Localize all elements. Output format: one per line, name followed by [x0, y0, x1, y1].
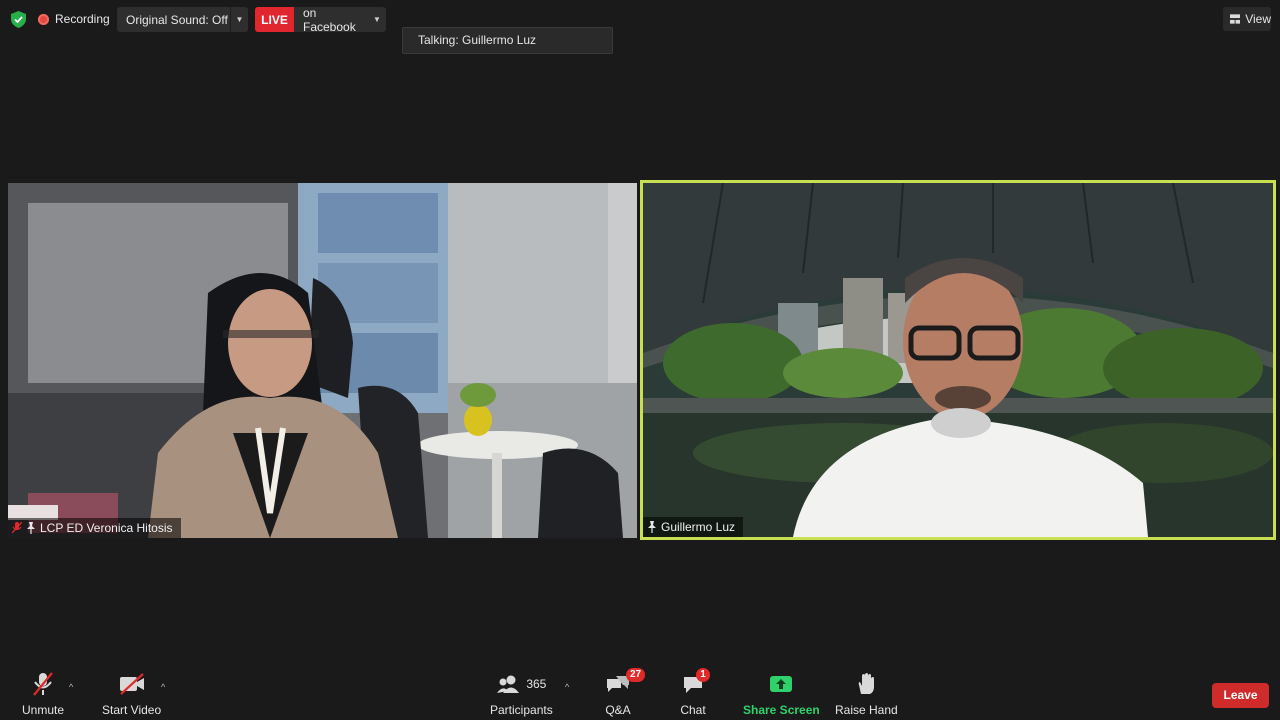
meeting-top-bar: Recording Original Sound: Off ▼ LIVE on … [0, 0, 1280, 54]
start-video-label: Start Video [102, 703, 162, 717]
chat-button[interactable]: 1 Chat [680, 668, 710, 717]
participants-count: 365 [526, 677, 547, 691]
participant-name-bar: Guillermo Luz [643, 517, 744, 537]
video-tile-guillermo[interactable]: Guillermo Luz [640, 180, 1276, 540]
record-dot-icon [38, 13, 49, 25]
participants-button[interactable]: 365 Participants [490, 669, 553, 717]
participants-icon [497, 675, 520, 693]
leave-button[interactable]: Leave [1212, 683, 1269, 708]
participant-video-feed [643, 183, 1273, 537]
video-off-icon [119, 673, 144, 695]
view-label: View [1245, 12, 1271, 26]
unmute-button[interactable]: Unmute [22, 669, 64, 717]
chevron-up-icon[interactable]: ^ [161, 682, 165, 692]
participants-label: Participants [490, 703, 553, 717]
original-sound-toggle[interactable]: Original Sound: Off ▼ [117, 7, 248, 32]
participant-video-feed [8, 183, 637, 538]
participant-name: Guillermo Luz [661, 520, 736, 534]
chevron-up-icon[interactable]: ^ [565, 682, 569, 692]
recording-indicator[interactable]: Recording [38, 8, 110, 30]
qa-badge: 27 [626, 668, 646, 682]
qa-button[interactable]: 27 Q&A [604, 668, 646, 717]
live-badge: LIVE [255, 7, 294, 32]
chevron-down-icon[interactable]: ▼ [368, 15, 386, 24]
share-screen-icon [770, 676, 793, 692]
shield-icon[interactable] [11, 11, 26, 28]
share-screen-button[interactable]: Share Screen [743, 669, 820, 717]
view-button[interactable]: View [1223, 7, 1271, 31]
chevron-up-icon[interactable]: ^ [69, 682, 73, 692]
start-video-button[interactable]: Start Video [102, 669, 161, 717]
pin-icon [648, 521, 656, 533]
view-grid-icon [1230, 14, 1241, 24]
original-sound-label: Original Sound: Off [126, 12, 228, 27]
raise-hand-icon [859, 673, 875, 694]
live-stream-status[interactable]: LIVE on Facebook ▼ [255, 5, 386, 34]
recording-label: Recording [55, 12, 110, 26]
participant-name: LCP ED Veronica Hitosis [40, 521, 173, 535]
chat-label: Chat [680, 703, 706, 717]
video-tile-veronica[interactable]: LCP ED Veronica Hitosis [8, 183, 637, 538]
pin-icon [27, 522, 35, 534]
meeting-controls-toolbar: Unmute ^ Start Video ^ 365 Participants … [0, 665, 1280, 720]
qa-label: Q&A [605, 703, 631, 717]
microphone-muted-icon [12, 522, 22, 534]
live-target-label: on Facebook [303, 5, 356, 34]
chevron-down-icon[interactable]: ▼ [230, 7, 248, 32]
share-screen-label: Share Screen [743, 703, 820, 717]
participant-name-bar: LCP ED Veronica Hitosis [8, 518, 181, 538]
chat-badge: 1 [696, 668, 710, 682]
raise-hand-label: Raise Hand [835, 703, 898, 717]
microphone-muted-icon [33, 672, 53, 696]
raise-hand-button[interactable]: Raise Hand [835, 669, 898, 717]
talking-indicator: Talking: Guillermo Luz [402, 27, 613, 54]
unmute-label: Unmute [22, 703, 65, 717]
